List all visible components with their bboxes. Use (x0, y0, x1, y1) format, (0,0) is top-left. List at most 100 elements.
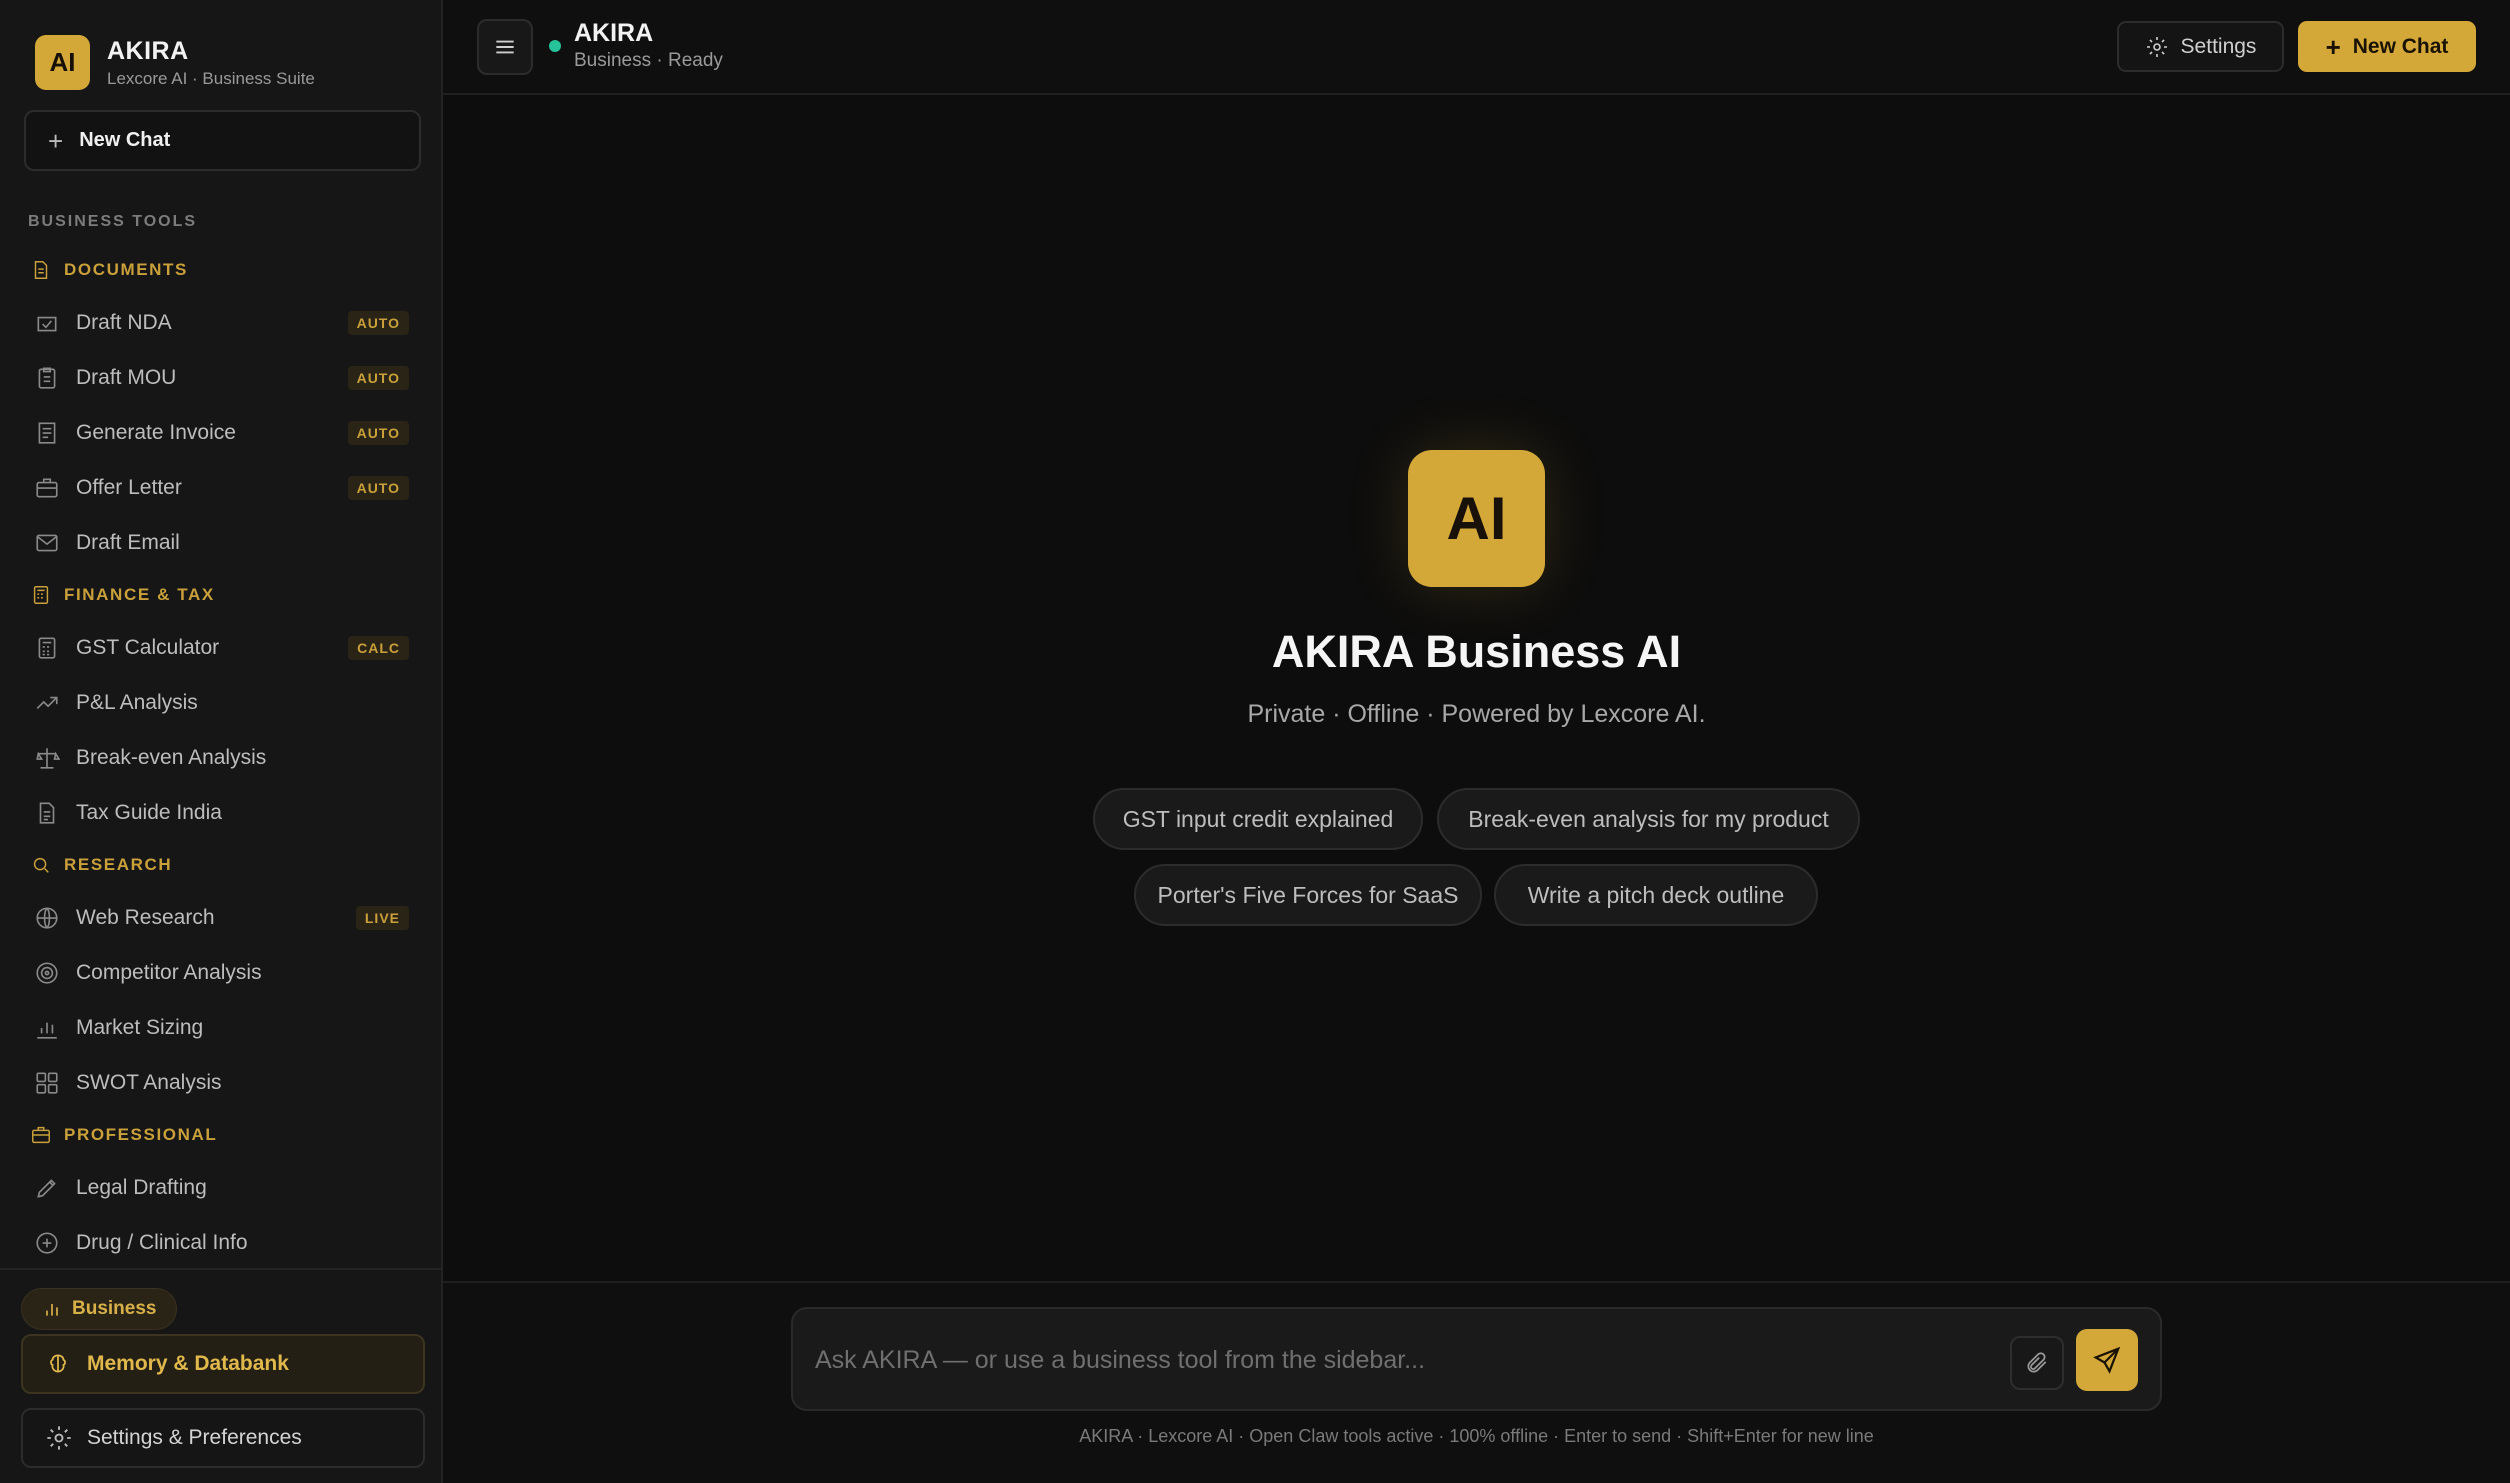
status-indicator (549, 40, 561, 52)
tool-market-sizing[interactable]: Market Sizing (24, 1000, 421, 1055)
memory-label: Memory & Databank (87, 1352, 289, 1375)
attach-button[interactable] (2010, 1336, 2064, 1390)
globe-icon (36, 906, 58, 929)
settings-label: Settings (2180, 34, 2257, 58)
tool-label: Web Research (76, 905, 215, 929)
calc-badge: CALC (348, 635, 409, 660)
pen-icon (37, 1178, 56, 1198)
tool-label: Market Sizing (76, 1015, 204, 1039)
hero-logo: AI (1408, 450, 1545, 587)
grid-icon (36, 1071, 58, 1094)
sidebar-toggle-button[interactable] (477, 19, 533, 75)
hero-subtitle: Private · Offline · Powered by Lexcore A… (1247, 700, 1706, 728)
live-badge: LIVE (355, 905, 409, 930)
tool-label: SWOT Analysis (76, 1070, 222, 1094)
settings-preferences-button[interactable]: Settings & Preferences (21, 1408, 425, 1468)
tool-draft-mou[interactable]: Draft MOU AUTO (24, 350, 421, 405)
plus-circle-icon (36, 1231, 58, 1254)
tool-label: Tax Guide India (76, 800, 222, 824)
calculator-icon (33, 586, 49, 604)
tool-legal-drafting[interactable]: Legal Drafting (24, 1160, 421, 1215)
section-title: PROFESSIONAL (64, 1125, 218, 1144)
sidebar-footer: Business Memory & Databank Settings & Pr… (0, 1268, 441, 1483)
tool-label: P&L Analysis (76, 690, 198, 714)
header-title: AKIRA (574, 19, 654, 47)
sidebar: AI AKIRA Lexcore AI · Business Suite + N… (0, 0, 443, 1483)
tool-swot-analysis[interactable]: SWOT Analysis (24, 1055, 421, 1110)
tool-gst-calculator[interactable]: GST Calculator CALC (24, 620, 421, 675)
section-finance-tax: FINANCE & TAX (24, 570, 421, 620)
composer-hint: AKIRA · Lexcore AI · Open Claw tools act… (1079, 1426, 1874, 1446)
composer (791, 1307, 2162, 1411)
tool-tax-guide-india[interactable]: Tax Guide India (24, 785, 421, 840)
suggestion-chip[interactable]: Break-even analysis for my product (1437, 788, 1860, 850)
section-title: RESEARCH (64, 855, 173, 874)
send-button[interactable] (2076, 1329, 2138, 1391)
suggestion-chip[interactable]: Write a pitch deck outline (1494, 864, 1818, 926)
plus-icon: + (48, 125, 64, 156)
section-research: RESEARCH (24, 840, 421, 890)
tool-pl-analysis[interactable]: P&L Analysis (24, 675, 421, 730)
tool-draft-nda[interactable]: Draft NDA AUTO (24, 295, 421, 350)
brand: AI AKIRA Lexcore AI · Business Suite (35, 35, 315, 90)
chat-input[interactable] (815, 1335, 1975, 1385)
auto-badge: AUTO (347, 310, 409, 335)
settings-button[interactable]: Settings (2117, 21, 2284, 72)
new-chat-label: New Chat (79, 129, 171, 151)
hamburger-menu-icon (496, 40, 514, 54)
new-chat-button[interactable]: + New Chat (2298, 21, 2476, 72)
brand-title: AKIRA (107, 36, 189, 65)
tool-label: Draft Email (76, 530, 180, 554)
mail-icon (36, 534, 58, 551)
top-bar: AKIRA Business · Ready Settings + New Ch… (443, 0, 2510, 95)
hero-title: AKIRA Business AI (1271, 626, 1682, 677)
sidebar-new-chat-button[interactable]: + New Chat (24, 110, 421, 171)
shield-check-icon (37, 316, 57, 331)
search-icon (33, 857, 49, 873)
brand-logo: AI (35, 35, 90, 90)
header-status: Business · Ready (574, 50, 723, 71)
mode-chip-business[interactable]: Business (21, 1288, 178, 1330)
brain-icon (50, 1354, 66, 1373)
tool-nav: DOCUMENTS Draft NDA AUTO Draft MOU AUTO … (24, 245, 421, 1270)
gear-icon (2146, 36, 2167, 57)
auto-badge: AUTO (347, 420, 409, 445)
brand-subtitle: Lexcore AI · Business Suite (107, 68, 315, 88)
business-tools-heading: BUSINESS TOOLS (28, 213, 198, 230)
tool-label: Generate Invoice (76, 420, 236, 444)
gear-icon (47, 1426, 71, 1450)
receipt-icon (38, 421, 56, 444)
file-text-icon (39, 801, 55, 824)
preferences-label: Settings & Preferences (87, 1426, 302, 1449)
suggestion-chip[interactable]: GST input credit explained (1093, 788, 1423, 850)
section-professional: PROFESSIONAL (24, 1110, 421, 1160)
section-title: DOCUMENTS (64, 260, 188, 279)
tool-generate-invoice[interactable]: Generate Invoice AUTO (24, 405, 421, 460)
tool-label: Break-even Analysis (76, 745, 267, 769)
tool-drug-clinical-info[interactable]: Drug / Clinical Info (24, 1215, 421, 1270)
new-chat-label: New Chat (2352, 34, 2449, 58)
mode-chip-label: Business (72, 1298, 157, 1319)
scale-icon (36, 747, 60, 769)
tool-label: Draft MOU (76, 365, 177, 389)
auto-badge: AUTO (347, 475, 409, 500)
tool-competitor-analysis[interactable]: Competitor Analysis (24, 945, 421, 1000)
bar-chart-icon (46, 1304, 58, 1316)
calculator-icon (38, 636, 56, 659)
tool-break-even-analysis[interactable]: Break-even Analysis (24, 730, 421, 785)
tool-draft-email[interactable]: Draft Email (24, 515, 421, 570)
section-title: FINANCE & TAX (64, 585, 215, 604)
auto-badge: AUTO (347, 365, 409, 390)
plus-icon: + (2325, 31, 2341, 62)
memory-databank-button[interactable]: Memory & Databank (21, 1334, 425, 1394)
paperclip-icon (2027, 1352, 2047, 1373)
suggestion-chip[interactable]: Porter's Five Forces for SaaS (1134, 864, 1482, 926)
tool-web-research[interactable]: Web Research LIVE (24, 890, 421, 945)
briefcase-icon (32, 1126, 50, 1144)
tool-label: Offer Letter (76, 475, 182, 499)
briefcase-icon (36, 478, 58, 497)
section-documents: DOCUMENTS (24, 245, 421, 295)
tool-offer-letter[interactable]: Offer Letter AUTO (24, 460, 421, 515)
tool-label: GST Calculator (76, 635, 220, 659)
bar-chart-icon (37, 1022, 57, 1039)
